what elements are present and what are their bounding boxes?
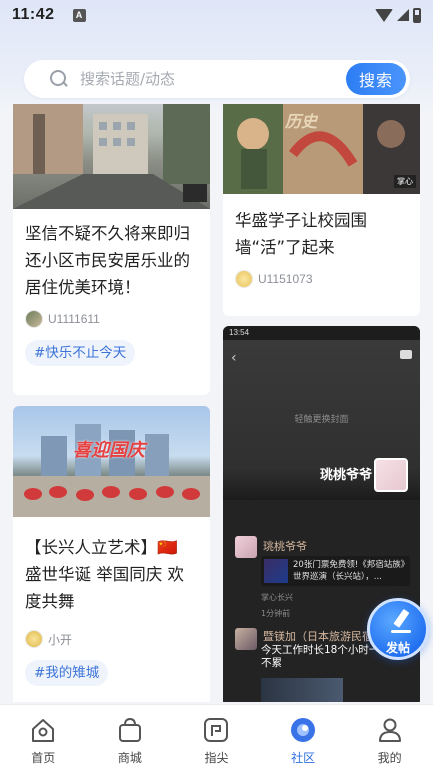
comment-time: 1分钟前 xyxy=(261,609,291,618)
post-author[interactable]: 小开 xyxy=(25,630,72,648)
street-photo xyxy=(13,104,210,209)
song-text: 20张门票免费领!《邦宿站族》世界巡演（长兴站），... xyxy=(293,560,405,582)
album-art-icon xyxy=(264,559,288,583)
mural-photo: 历史 掌心 xyxy=(223,104,420,194)
status-bar: 11:42 A xyxy=(0,0,433,30)
nav-profile[interactable]: 我的 xyxy=(346,705,433,771)
search-icon xyxy=(50,70,68,88)
search-bar: 搜索 xyxy=(24,60,410,98)
attached-photo xyxy=(261,678,343,702)
image-caption: 历史 xyxy=(285,112,318,131)
battery-icon xyxy=(413,7,421,23)
author-name: 小开 xyxy=(48,632,73,647)
camera-icon xyxy=(400,350,412,359)
nav-label: 指尖 xyxy=(204,751,229,765)
post-title: 坚信不疑不久将来即归还小区市民安居乐业的居住优美环境！ xyxy=(25,224,190,297)
fingertip-icon xyxy=(204,718,229,742)
profile-icon xyxy=(378,718,401,742)
author-name: U1111611 xyxy=(48,312,100,326)
screenshot-time: 13:54 xyxy=(229,328,250,337)
nav-label: 商城 xyxy=(117,751,142,765)
post-author[interactable]: U1151073 xyxy=(235,270,313,288)
author-name: U1151073 xyxy=(258,272,313,286)
home-icon xyxy=(32,719,55,742)
post-card[interactable]: 坚信不疑不久将来即归还小区市民安居乐业的居住优美环境！ U1111611 #快乐… xyxy=(13,104,210,395)
signal-icon xyxy=(397,9,409,21)
post-title: 华盛学子让校园围墙“活”了起来 xyxy=(235,211,367,257)
avatar xyxy=(25,310,43,328)
plaza-dance-photo: 喜迎国庆 xyxy=(13,406,210,517)
avatar xyxy=(235,536,257,558)
status-icons xyxy=(375,7,421,23)
wifi-icon xyxy=(375,8,393,22)
song-card: 20张门票免费领!《邦宿站族》世界巡演（长兴站），... xyxy=(261,556,410,586)
comment-source: 掌心长兴 xyxy=(261,593,293,602)
search-input[interactable] xyxy=(80,70,330,88)
topic-tag[interactable]: #快乐不止今天 xyxy=(25,340,136,366)
post-author[interactable]: U1111611 xyxy=(25,310,100,328)
new-post-label: 发帖 xyxy=(385,641,410,655)
nav-fingertip[interactable]: 指尖 xyxy=(173,705,260,771)
new-post-button[interactable]: 发帖 xyxy=(367,598,429,660)
screenshot-thumbnail xyxy=(374,458,408,492)
post-card[interactable]: 历史 掌心 华盛学子让校园围墙“活”了起来 U1151073 xyxy=(223,104,420,316)
status-time: 11:42 xyxy=(12,6,55,23)
keyboard-indicator-icon: A xyxy=(72,8,86,22)
avatar xyxy=(25,630,43,648)
search-button[interactable]: 搜索 xyxy=(346,63,406,95)
comment-author: 暨镁加（日本旅游民宿） xyxy=(263,630,384,643)
bottom-navigation: 首页 商城 指尖 社区 我的 xyxy=(0,704,433,771)
topic-tag[interactable]: #我的雉城 xyxy=(25,660,109,686)
image-caption: 喜迎国庆 xyxy=(73,440,145,461)
avatar xyxy=(235,628,257,650)
cover-label: 轻触更换封面 xyxy=(294,415,349,425)
back-arrow-icon: ‹ xyxy=(231,350,237,366)
nav-mall[interactable]: 商城 xyxy=(87,705,174,771)
comment-author: 珧桃爷爷 xyxy=(263,540,307,553)
nav-home[interactable]: 首页 xyxy=(0,705,87,771)
screenshot-user-name: 珧桃爷爷 xyxy=(319,468,372,483)
nav-community[interactable]: 社区 xyxy=(260,705,347,771)
pencil-icon xyxy=(391,609,411,633)
shopping-bag-icon xyxy=(118,717,141,742)
post-feed[interactable]: 坚信不疑不久将来即归还小区市民安居乐业的居住优美环境！ U1111611 #快乐… xyxy=(0,104,433,702)
post-title: 【长兴人立艺术】🇨🇳 盛世华诞 举国同庆 欢度共舞 xyxy=(25,538,184,611)
image-badge: 掌心 xyxy=(394,175,416,188)
community-icon xyxy=(291,718,316,742)
avatar xyxy=(235,270,253,288)
post-card[interactable]: 喜迎国庆 【长兴人立艺术】🇨🇳 盛世华诞 举国同庆 欢度共舞 小开 #我的雉城 xyxy=(13,406,210,702)
nav-label: 社区 xyxy=(291,751,316,765)
screenshot-status-bar: 13:54 xyxy=(223,326,420,340)
nav-label: 首页 xyxy=(31,751,56,765)
nav-label: 我的 xyxy=(377,751,402,765)
